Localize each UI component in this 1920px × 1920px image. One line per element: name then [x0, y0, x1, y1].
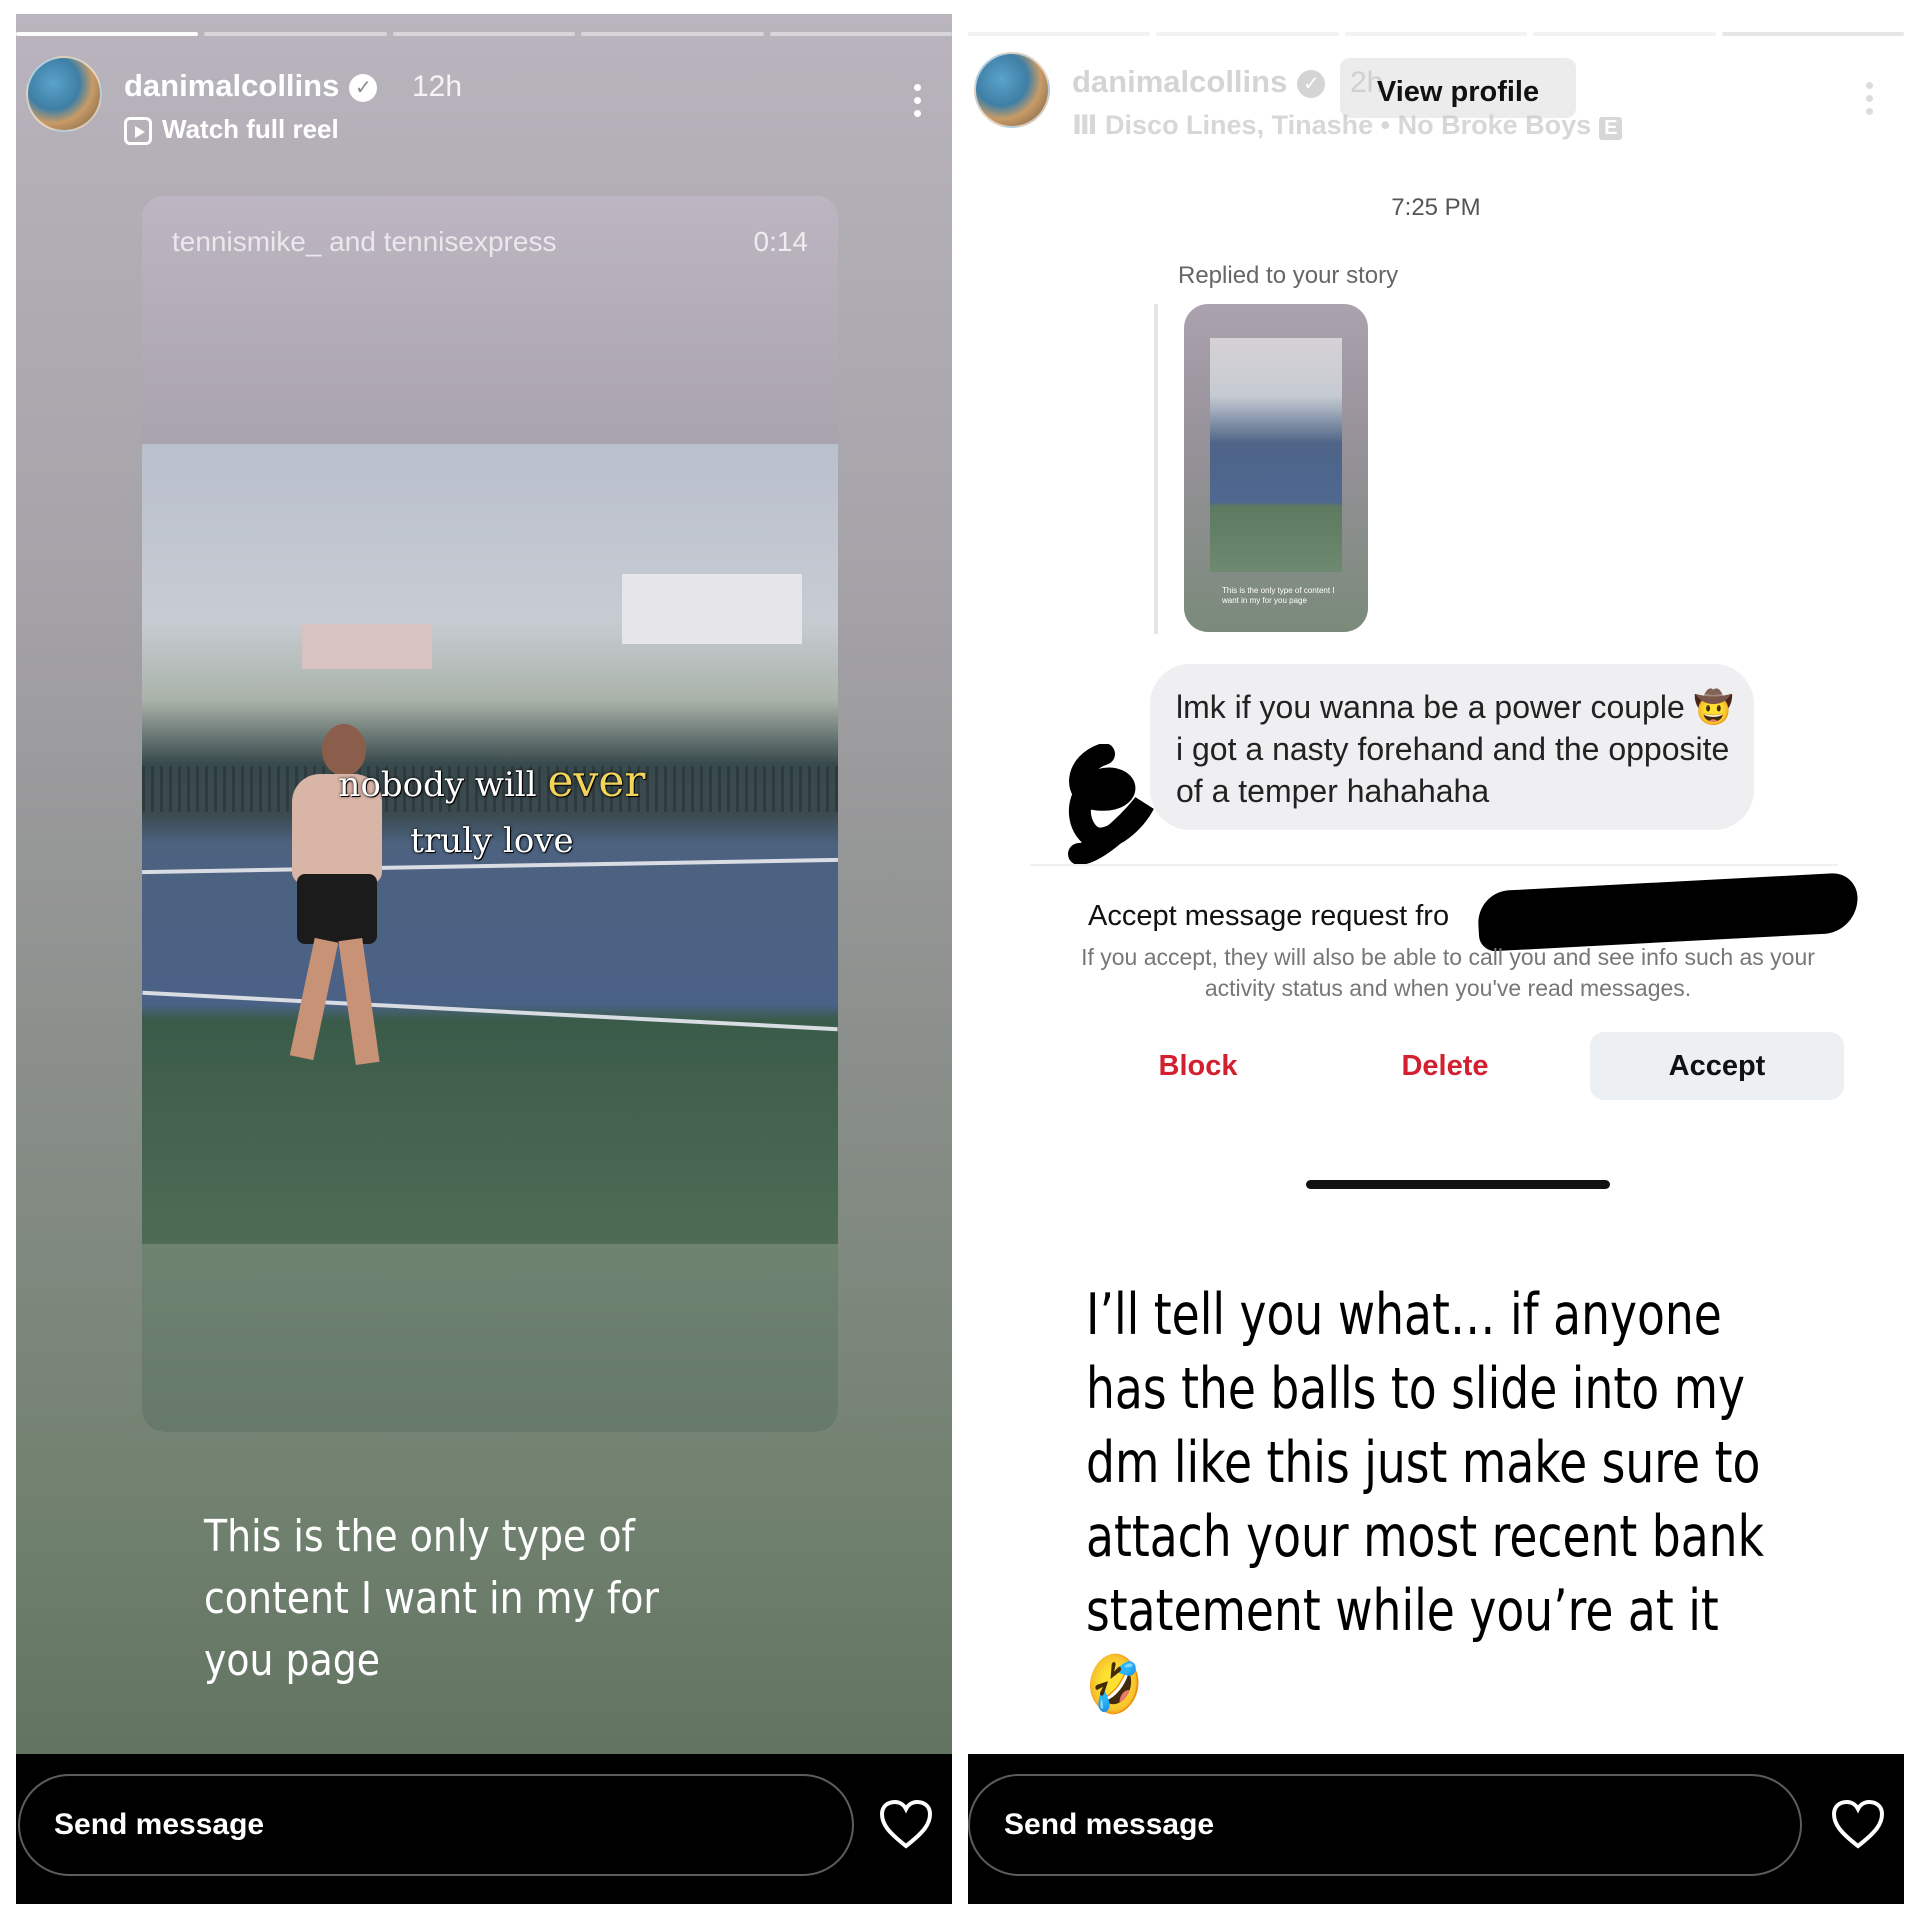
watch-full-reel-link[interactable]: Watch full reel	[124, 114, 339, 146]
thumbnail-video-frame	[1210, 338, 1342, 572]
music-bars-icon: Ⅲ	[1072, 110, 1106, 140]
story-progress-bar	[968, 32, 1904, 36]
progress-segment	[204, 32, 387, 36]
story-caption: This is the only type of content I want …	[204, 1511, 659, 1686]
reel-duration: 0:14	[753, 226, 809, 257]
username-text[interactable]: danimalcollins	[124, 68, 339, 103]
reel-video-frame: nobody will ever truly love	[142, 444, 838, 1244]
background-building	[622, 574, 802, 644]
story-panel-right: danimalcollins ✓ 2h Ⅲ Disco Lines, Tinash…	[968, 14, 1904, 1904]
overlay-text-line2: truly love	[410, 821, 574, 861]
message-bubble[interactable]: lmk if you wanna be a power couple 🤠 i g…	[1150, 664, 1754, 830]
reel-footer-area	[142, 1244, 838, 1432]
explicit-badge: E	[1599, 117, 1623, 140]
story-username[interactable]: danimalcollins ✓	[1072, 64, 1326, 100]
redaction-scribble	[1068, 744, 1154, 864]
overlay-text-plain: nobody will	[338, 765, 537, 805]
message-text: lmk if you wanna be a power couple 🤠 i g…	[1176, 689, 1734, 809]
replied-to-story-label: Replied to your story	[1178, 262, 1399, 289]
progress-segment	[769, 32, 952, 36]
heart-icon[interactable]	[878, 1798, 934, 1850]
delete-button[interactable]: Delete	[1318, 1032, 1572, 1100]
court-line	[142, 990, 838, 1032]
story-footer: Send message	[16, 1754, 952, 1904]
reel-icon	[124, 117, 152, 146]
reel-overlay-text: nobody will ever truly love	[292, 754, 692, 869]
story-time: 12h	[412, 70, 463, 103]
story-reply-thumbnail[interactable]: This is the only type of content I want …	[1184, 304, 1368, 632]
chat-timestamp: 7:25 PM	[1391, 194, 1481, 221]
heart-icon[interactable]	[1830, 1798, 1886, 1850]
accept-request-title: Accept message request fro	[1088, 900, 1450, 932]
more-options-icon[interactable]	[914, 84, 922, 123]
send-message-placeholder: Send message	[1004, 1808, 1215, 1841]
reply-indicator-bar	[1154, 304, 1158, 634]
avatar[interactable]	[974, 52, 1050, 128]
shared-reel[interactable]: tennismike_ and tennisexpress 0:14 nobod…	[142, 196, 838, 1432]
story-progress-bar	[16, 32, 952, 36]
accept-request-note: If you accept, they will also be able to…	[1081, 944, 1815, 1001]
divider	[1030, 864, 1838, 866]
story-caption: I’ll tell you what… if anyone has the ba…	[1086, 1282, 1764, 1718]
send-message-input[interactable]: Send message	[18, 1774, 854, 1876]
send-message-input[interactable]: Send message	[968, 1774, 1802, 1876]
progress-segment	[1721, 32, 1904, 36]
overlay-text-emphasis: ever	[547, 756, 646, 807]
background-building	[302, 624, 432, 669]
progress-segment	[392, 32, 576, 36]
view-profile-button[interactable]: View profile	[1340, 58, 1576, 118]
watch-full-reel-label: Watch full reel	[162, 114, 339, 144]
avatar[interactable]	[26, 56, 102, 132]
progress-segment	[1156, 32, 1339, 36]
more-options-icon[interactable]	[1866, 82, 1874, 121]
story-footer: Send message	[968, 1754, 1904, 1904]
block-button[interactable]: Block	[1088, 1032, 1308, 1100]
verified-badge-icon: ✓	[349, 73, 378, 102]
username-text[interactable]: danimalcollins	[1072, 64, 1287, 99]
progress-segment	[968, 32, 1151, 36]
reel-credit: tennismike_ and tennisexpress	[172, 226, 557, 257]
progress-segment	[581, 32, 764, 36]
verified-badge-icon: ✓	[1297, 69, 1326, 98]
home-indicator	[1306, 1180, 1610, 1189]
progress-segment	[1533, 32, 1716, 36]
thumbnail-caption: This is the only type of content I want …	[1222, 586, 1335, 605]
accept-button[interactable]: Accept	[1590, 1032, 1844, 1100]
story-username[interactable]: danimalcollins ✓	[124, 68, 378, 104]
story-panel-left: danimalcollins ✓ 12h Watch full reel tenn…	[16, 14, 952, 1904]
progress-segment	[16, 32, 199, 36]
send-message-placeholder: Send message	[54, 1808, 265, 1841]
redaction-mark	[1476, 872, 1860, 952]
progress-segment	[1344, 32, 1528, 36]
